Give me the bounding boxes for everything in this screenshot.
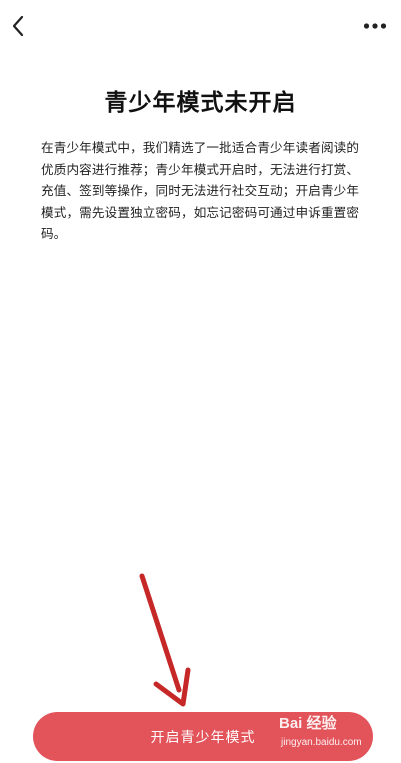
baidu-jingyan-watermark: Bai 经验 jingyan.baidu.com [279, 712, 371, 756]
teen-mode-description: 在青少年模式中，我们精选了一批适合青少年读者阅读的优质内容进行推荐；青少年模式开… [41, 140, 359, 242]
enable-teen-mode-label: 开启青少年模式 [150, 729, 256, 746]
annotation-arrow-head [153, 667, 191, 707]
more-horizontal-icon [363, 23, 387, 29]
annotation-arrow-shaft [139, 573, 182, 693]
chevron-left-icon [12, 15, 24, 37]
page-title: 青少年模式未开启 [104, 90, 297, 116]
teen-mode-screen: 青少年模式未开启 在青少年模式中，我们精选了一批适合青少年读者阅读的优质内容进行… [0, 0, 401, 763]
watermark-url: jingyan.baidu.com [281, 737, 362, 748]
more-options-button[interactable] [361, 16, 389, 36]
back-button[interactable] [6, 12, 30, 40]
watermark-brand: Bai 经验 [279, 715, 337, 732]
